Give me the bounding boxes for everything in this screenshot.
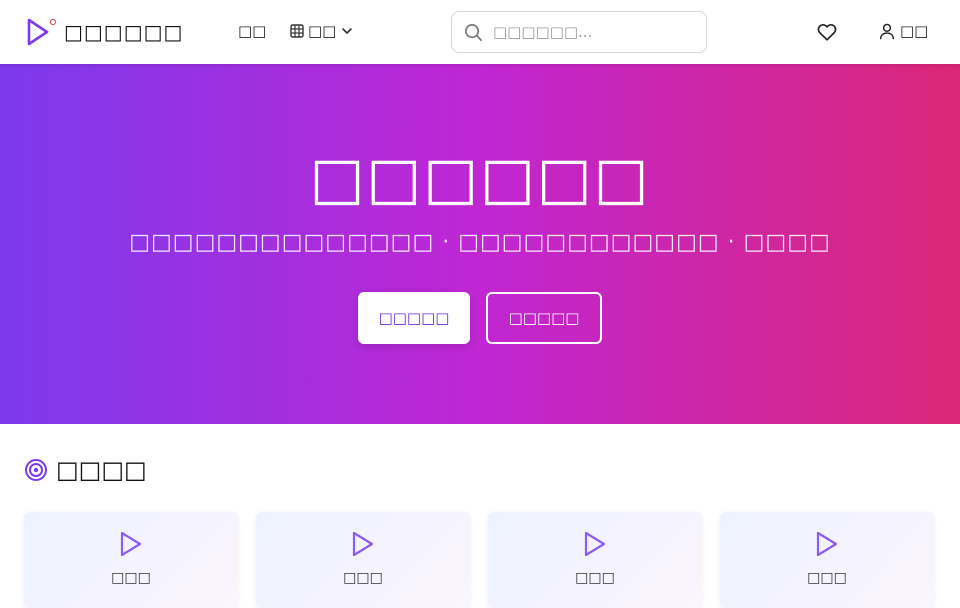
play-icon [584, 531, 606, 557]
video-card[interactable]: □□□ [720, 512, 934, 608]
hero-primary-button[interactable]: □□□□□ [358, 292, 470, 344]
play-icon [120, 531, 142, 557]
heart-icon [817, 24, 837, 41]
login-label: □□ [900, 22, 929, 40]
chevron-down-icon [342, 28, 353, 34]
hero-title: □□□□□□ [309, 144, 651, 212]
nav-category-dropdown[interactable]: □□ [290, 22, 353, 40]
site-logo[interactable]: □□□□□□ [26, 12, 183, 52]
search-icon [465, 23, 482, 41]
top-navbar: □□□□□□ □□ □□ □□ [0, 0, 960, 64]
nav-category-label: □□ [308, 22, 337, 40]
hero-subtitle: □□□□□□□□□□□□□□ · □□□□□□□□□□□□ · □□□□ [129, 230, 831, 255]
target-icon [25, 459, 47, 481]
favorites-button[interactable] [816, 21, 838, 43]
logo-badge-dot [48, 17, 58, 27]
card-grid: □□□ □□□ □□□ □□□ [24, 512, 936, 608]
card-label: □□□ [807, 570, 847, 586]
search-input[interactable] [493, 23, 693, 41]
grid-icon [290, 24, 304, 38]
login-button[interactable]: □□ [878, 22, 928, 40]
card-label: □□□ [343, 570, 383, 586]
hero-secondary-button[interactable]: □□□□□ [486, 292, 602, 344]
play-icon [816, 531, 838, 557]
section-header: □□□□ [24, 456, 147, 484]
play-triangle-icon [26, 17, 58, 47]
card-label: □□□ [575, 570, 615, 586]
card-label: □□□ [111, 570, 151, 586]
video-card[interactable]: □□□ [256, 512, 470, 608]
video-card[interactable]: □□□ [488, 512, 702, 608]
play-icon [352, 531, 374, 557]
video-card[interactable]: □□□ [24, 512, 238, 608]
search-box[interactable] [451, 11, 707, 53]
nav-home-link[interactable]: □□ [238, 22, 266, 40]
site-name: □□□□□□ [64, 20, 184, 44]
section-title: □□□□ [56, 456, 147, 484]
user-icon [879, 23, 895, 40]
hero-banner: □□□□□□ □□□□□□□□□□□□□□ · □□□□□□□□□□□□ · □… [0, 64, 960, 424]
